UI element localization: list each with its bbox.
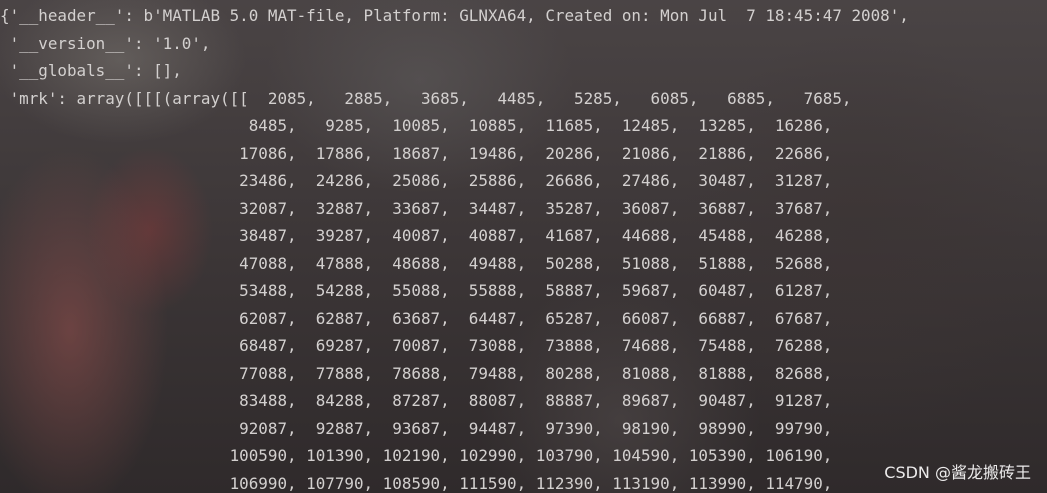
output-line: '__globals__': [], xyxy=(0,61,182,80)
csdn-watermark: CSDN @酱龙搬砖王 xyxy=(884,463,1031,482)
output-line: 106990, 107790, 108590, 111590, 112390, … xyxy=(0,474,833,493)
output-line: 100590, 101390, 102190, 102990, 103790, … xyxy=(0,446,833,465)
output-line: 38487, 39287, 40087, 40887, 41687, 44688… xyxy=(0,226,833,245)
output-line: {'__header__': b'MATLAB 5.0 MAT-file, Pl… xyxy=(0,6,909,25)
output-line: 83488, 84288, 87287, 88087, 88887, 89687… xyxy=(0,391,833,410)
output-line: 8485, 9285, 10085, 10885, 11685, 12485, … xyxy=(0,116,833,135)
output-line: 23486, 24286, 25086, 25886, 26686, 27486… xyxy=(0,171,833,190)
output-line: 47088, 47888, 48688, 49488, 50288, 51088… xyxy=(0,254,833,273)
output-line: 53488, 54288, 55088, 55888, 58887, 59687… xyxy=(0,281,833,300)
console-output: {'__header__': b'MATLAB 5.0 MAT-file, Pl… xyxy=(0,0,1047,493)
output-line: 68487, 69287, 70087, 73088, 73888, 74688… xyxy=(0,336,833,355)
output-line: 62087, 62887, 63687, 64487, 65287, 66087… xyxy=(0,309,833,328)
output-line: '__version__': '1.0', xyxy=(0,34,211,53)
output-line: 77088, 77888, 78688, 79488, 80288, 81088… xyxy=(0,364,833,383)
output-line: 32087, 32887, 33687, 34487, 35287, 36087… xyxy=(0,199,833,218)
output-line: 17086, 17886, 18687, 19486, 20286, 21086… xyxy=(0,144,833,163)
output-line: 'mrk': array([[[(array([[ 2085, 2885, 36… xyxy=(0,89,852,108)
output-line: 92087, 92887, 93687, 94487, 97390, 98190… xyxy=(0,419,833,438)
